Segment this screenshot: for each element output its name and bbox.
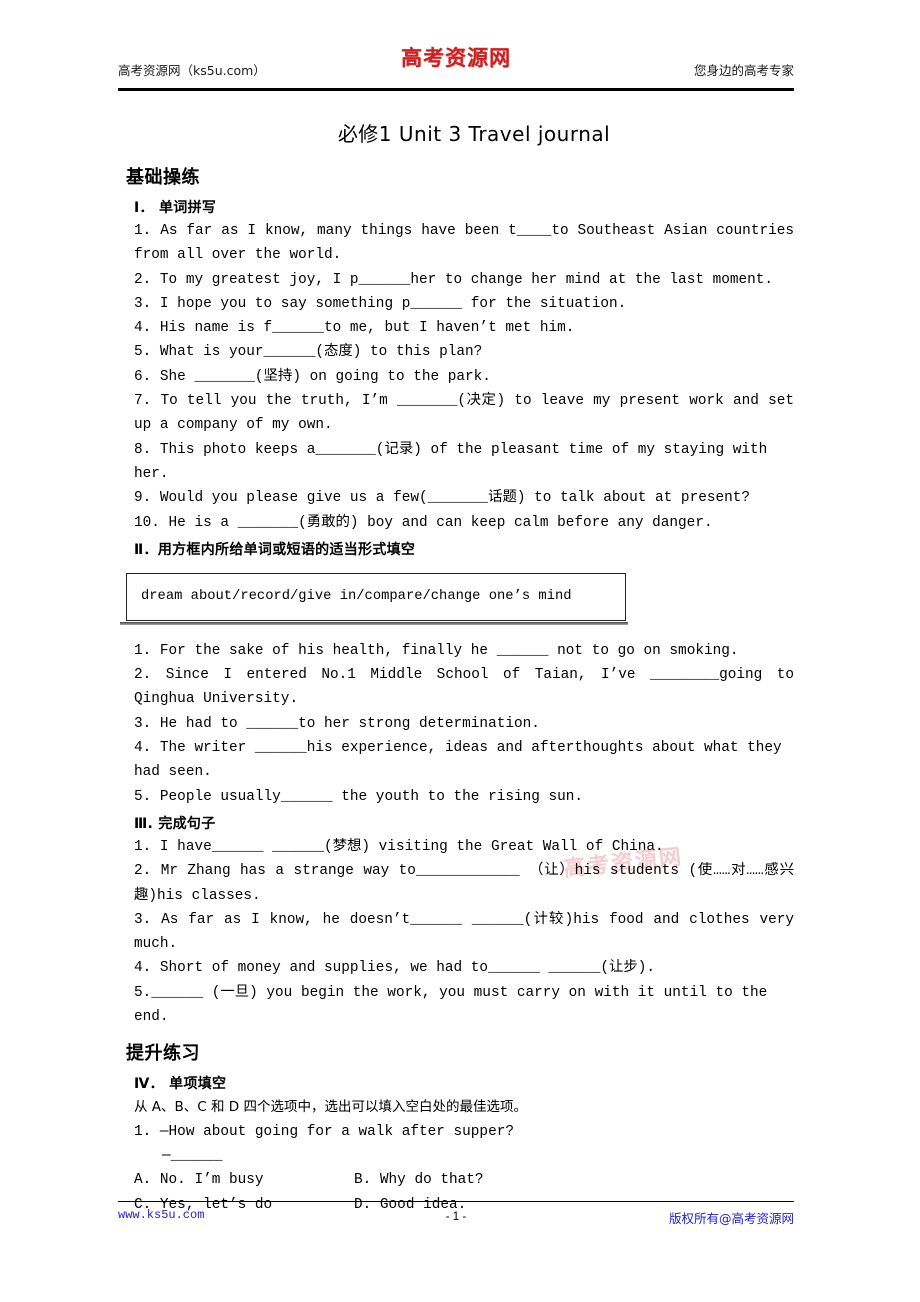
part-3-item-1: 1. I have______ ______(梦想) visiting the … xyxy=(134,838,664,855)
page-number: - 1 - xyxy=(445,1211,467,1223)
part-2-item-1: 1. For the sake of his health, finally h… xyxy=(134,642,739,659)
header-left-text: 高考资源网（ks5u.com） xyxy=(118,63,266,78)
option-b[interactable]: B. Why do that? xyxy=(354,1168,794,1192)
part-2-item-2: 2. Since I entered No.1 Middle School of… xyxy=(134,667,794,708)
part-1-item-6: 6. She _______(坚持) on going to the park. xyxy=(134,368,491,385)
word-bank-text: dream about/record/give in/compare/chang… xyxy=(126,572,626,621)
header-divider xyxy=(118,88,794,91)
section-heading-basic: 基础操练 xyxy=(126,167,200,188)
footer-divider xyxy=(118,1201,794,1202)
page-header: 高考资源网 高考资源网（ks5u.com） 您身边的高考专家 xyxy=(118,42,794,88)
part-1-item-7: 7. To tell you the truth, I’m _______(决定… xyxy=(134,393,794,434)
document-page: 高考资源网 高考资源网（ks5u.com） 您身边的高考专家 高考资源网 必修1… xyxy=(0,0,920,1302)
footer-copyright: 版权所有@高考资源网 xyxy=(668,1211,794,1226)
part-4-instruction: 从 A、B、C 和 D 四个选项中，选出可以填入空白处的最佳选项。 xyxy=(134,1099,527,1116)
part-2-item-5: 5. People usually______ the youth to the… xyxy=(134,788,584,805)
part-1-item-10: 10. He is a _______(勇敢的) boy and can kee… xyxy=(134,514,713,531)
part-3-item-2: 2. Mr Zhang has a strange way to________… xyxy=(134,863,794,904)
page-title: 必修1 Unit 3 Travel journal xyxy=(337,122,611,146)
part-3-item-3: 3. As far as I know, he doesn’t______ __… xyxy=(134,911,794,953)
part-1-item-9: 9. Would you please give us a few(______… xyxy=(134,490,751,507)
part-1-item-1: 1. As far as I know, many things have be… xyxy=(134,223,794,264)
part-4-heading: Ⅳ． 单项填空 xyxy=(134,1076,227,1093)
section-heading-advanced: 提升练习 xyxy=(126,1043,200,1065)
word-bank: dream about/record/give in/compare/chang… xyxy=(120,572,628,625)
part-1-item-4: 4. His name is f______to me, but I haven… xyxy=(134,320,575,337)
document-body: 必修1 Unit 3 Travel journal 基础操练 Ⅰ． 单词拼写 1… xyxy=(120,112,794,1217)
part-3-heading: Ⅲ. 完成句子 xyxy=(134,815,216,832)
part-1-item-5: 5. What is your______(态度) to this plan? xyxy=(134,344,483,361)
part-2-heading: Ⅱ．用方框内所给单词或短语的适当形式填空 xyxy=(134,541,416,558)
part-1-item-8: 8. This photo keeps a_______(记录) of the … xyxy=(134,441,768,482)
part-4-question-stem: 1. —How about going for a walk after sup… xyxy=(134,1123,514,1140)
part-1-heading: Ⅰ． 单词拼写 xyxy=(134,200,217,216)
part-4-answer-blank: —______ xyxy=(162,1147,223,1164)
part-2-item-3: 3. He had to ______to her strong determi… xyxy=(134,715,540,732)
part-1-item-2: 2. To my greatest joy, I p______her to c… xyxy=(134,271,774,288)
word-bank-shadow xyxy=(120,621,628,625)
part-1-item-3: 3. I hope you to say something p______ f… xyxy=(134,295,627,312)
part-2-item-4: 4. The writer ______his experience, idea… xyxy=(134,740,782,781)
option-a[interactable]: A. No. I’m busy xyxy=(134,1168,354,1192)
site-logo-text: 高考资源网 xyxy=(401,46,511,70)
header-right-text: 您身边的高考专家 xyxy=(693,63,794,78)
part-3-item-4: 4. Short of money and supplies, we had t… xyxy=(134,960,656,977)
part-3-item-5: 5.______ (一旦) you begin the work, you mu… xyxy=(134,984,768,1026)
page-footer: www.ks5u.com - 1 - 版权所有@高考资源网 xyxy=(118,1208,794,1232)
footer-site-link[interactable]: www.ks5u.com xyxy=(118,1208,204,1222)
